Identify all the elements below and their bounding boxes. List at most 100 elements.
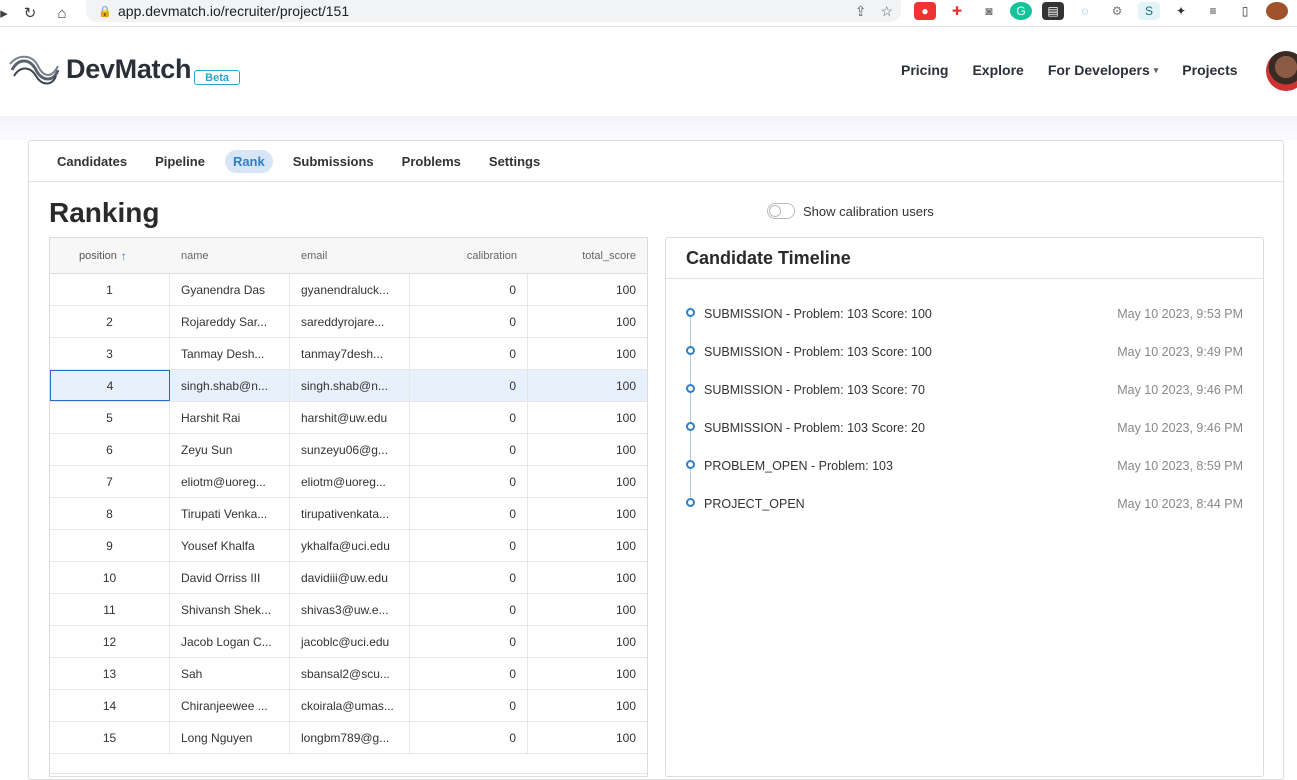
cell-calibration[interactable]: 0 (410, 594, 528, 625)
cell-email[interactable]: harshit@uw.edu (290, 402, 410, 433)
cell-total-score[interactable]: 100 (528, 306, 647, 337)
cell-calibration[interactable]: 0 (410, 306, 528, 337)
cell-email[interactable]: sareddyrojare... (290, 306, 410, 337)
tab-candidates[interactable]: Candidates (49, 150, 135, 173)
gear-icon[interactable]: ⚙ (1106, 2, 1128, 20)
cell-email[interactable]: shivas3@uw.e... (290, 594, 410, 625)
home-icon[interactable]: ⌂ (50, 2, 74, 24)
table-row[interactable]: 1 Gyanendra Das gyanendraluck... 0 100 (50, 274, 647, 306)
cell-name[interactable]: Sah (170, 658, 290, 689)
cell-calibration[interactable]: 0 (410, 466, 528, 497)
cell-name[interactable]: Gyanendra Das (170, 274, 290, 305)
cell-total-score[interactable]: 100 (528, 274, 647, 305)
calibration-toggle[interactable]: Show calibration users (767, 203, 934, 219)
address-bar[interactable]: 🔒 app.devmatch.io/recruiter/project/151 … (86, 0, 901, 22)
extension-icon[interactable]: S (1138, 2, 1160, 20)
table-row[interactable]: 9 Yousef Khalfa ykhalfa@uci.edu 0 100 (50, 530, 647, 562)
cell-total-score[interactable]: 100 (528, 466, 647, 497)
cell-total-score[interactable]: 100 (528, 562, 647, 593)
cell-name[interactable]: Harshit Rai (170, 402, 290, 433)
tab-pipeline[interactable]: Pipeline (147, 150, 213, 173)
table-row[interactable]: 10 David Orriss III davidiii@uw.edu 0 100 (50, 562, 647, 594)
logo[interactable]: DevMatch Beta (8, 52, 240, 86)
cell-position[interactable]: 15 (50, 722, 170, 753)
cell-total-score[interactable]: 100 (528, 626, 647, 657)
cell-name[interactable]: David Orriss III (170, 562, 290, 593)
cell-name[interactable]: Tirupati Venka... (170, 498, 290, 529)
cell-name[interactable]: Yousef Khalfa (170, 530, 290, 561)
cell-position[interactable]: 3 (50, 338, 170, 369)
profile-icon[interactable] (1266, 2, 1288, 20)
tab-settings[interactable]: Settings (481, 150, 548, 173)
tab-rank[interactable]: Rank (224, 149, 273, 173)
cell-total-score[interactable]: 100 (528, 338, 647, 369)
cell-email[interactable]: gyanendraluck... (290, 274, 410, 305)
cell-position[interactable]: 6 (50, 434, 170, 465)
cell-total-score[interactable]: 100 (528, 658, 647, 689)
table-row[interactable]: 4 singh.shab@n... singh.shab@n... 0 100 (50, 370, 647, 402)
cell-position[interactable]: 12 (50, 626, 170, 657)
cell-total-score[interactable]: 100 (528, 594, 647, 625)
table-row[interactable]: 7 eliotm@uoreg... eliotm@uoreg... 0 100 (50, 466, 647, 498)
cell-email[interactable]: tanmay7desh... (290, 338, 410, 369)
cell-calibration[interactable]: 0 (410, 530, 528, 561)
nav-explore[interactable]: Explore (972, 62, 1023, 78)
puzzle-icon[interactable]: ✦ (1170, 2, 1192, 20)
cell-email[interactable]: jacoblc@uci.edu (290, 626, 410, 657)
cell-email[interactable]: tirupativenkata... (290, 498, 410, 529)
cell-name[interactable]: Long Nguyen (170, 722, 290, 753)
cell-email[interactable]: ykhalfa@uci.edu (290, 530, 410, 561)
grammarly-icon[interactable]: G (1010, 2, 1032, 20)
column-header-position[interactable]: position ↑ (50, 238, 170, 273)
column-header-total-score[interactable]: total_score (528, 238, 647, 273)
cell-position[interactable]: 9 (50, 530, 170, 561)
extension-icon[interactable]: ▤ (1042, 2, 1064, 20)
cell-total-score[interactable]: 100 (528, 722, 647, 753)
cell-name[interactable]: Chiranjeewee ... (170, 690, 290, 721)
tab-problems[interactable]: Problems (394, 150, 469, 173)
cell-name[interactable]: Rojareddy Sar... (170, 306, 290, 337)
cell-calibration[interactable]: 0 (410, 722, 528, 753)
cell-calibration[interactable]: 0 (410, 402, 528, 433)
cell-email[interactable]: singh.shab@n... (290, 370, 410, 401)
cell-email[interactable]: eliotm@uoreg... (290, 466, 410, 497)
cell-total-score[interactable]: 100 (528, 530, 647, 561)
sidepanel-icon[interactable]: ▯ (1234, 2, 1256, 20)
cell-position[interactable]: 5 (50, 402, 170, 433)
cell-position[interactable]: 4 (50, 370, 170, 401)
cell-position[interactable]: 2 (50, 306, 170, 337)
cell-calibration[interactable]: 0 (410, 690, 528, 721)
cell-email[interactable]: davidiii@uw.edu (290, 562, 410, 593)
table-row[interactable]: 14 Chiranjeewee ... ckoirala@umas... 0 100 (50, 690, 647, 722)
cell-position[interactable]: 14 (50, 690, 170, 721)
cell-name[interactable]: Jacob Logan C... (170, 626, 290, 657)
share-icon[interactable]: ⇪ (855, 3, 867, 20)
tab-submissions[interactable]: Submissions (285, 150, 382, 173)
table-row[interactable]: 6 Zeyu Sun sunzeyu06@g... 0 100 (50, 434, 647, 466)
table-row[interactable]: 2 Rojareddy Sar... sareddyrojare... 0 100 (50, 306, 647, 338)
table-row[interactable]: 15 Long Nguyen longbm789@g... 0 100 (50, 722, 647, 754)
media-icon[interactable]: ≡ (1202, 2, 1224, 20)
cell-position[interactable]: 8 (50, 498, 170, 529)
table-row[interactable]: 5 Harshit Rai harshit@uw.edu 0 100 (50, 402, 647, 434)
cell-email[interactable]: longbm789@g... (290, 722, 410, 753)
table-row[interactable]: 8 Tirupati Venka... tirupativenkata... 0 100 (50, 498, 647, 530)
cell-total-score[interactable]: 100 (528, 370, 647, 401)
nav-for-developers[interactable]: For Developers ▾ (1048, 62, 1158, 78)
reload-icon[interactable]: ↻ (18, 2, 42, 24)
cell-total-score[interactable]: 100 (528, 690, 647, 721)
nav-projects[interactable]: Projects (1182, 62, 1237, 78)
cell-name[interactable]: Shivansh Shek... (170, 594, 290, 625)
cell-calibration[interactable]: 0 (410, 658, 528, 689)
chat-icon[interactable]: ◌ (1074, 2, 1096, 20)
table-row[interactable]: 13 Sah sbansal2@scu... 0 100 (50, 658, 647, 690)
cell-position[interactable]: 10 (50, 562, 170, 593)
cell-position[interactable]: 7 (50, 466, 170, 497)
cell-name[interactable]: Tanmay Desh... (170, 338, 290, 369)
cell-email[interactable]: sbansal2@scu... (290, 658, 410, 689)
cell-position[interactable]: 1 (50, 274, 170, 305)
extension-icon[interactable]: ✚ (946, 2, 968, 20)
cell-email[interactable]: ckoirala@umas... (290, 690, 410, 721)
table-row[interactable]: 3 Tanmay Desh... tanmay7desh... 0 100 (50, 338, 647, 370)
column-header-email[interactable]: email (290, 238, 410, 273)
